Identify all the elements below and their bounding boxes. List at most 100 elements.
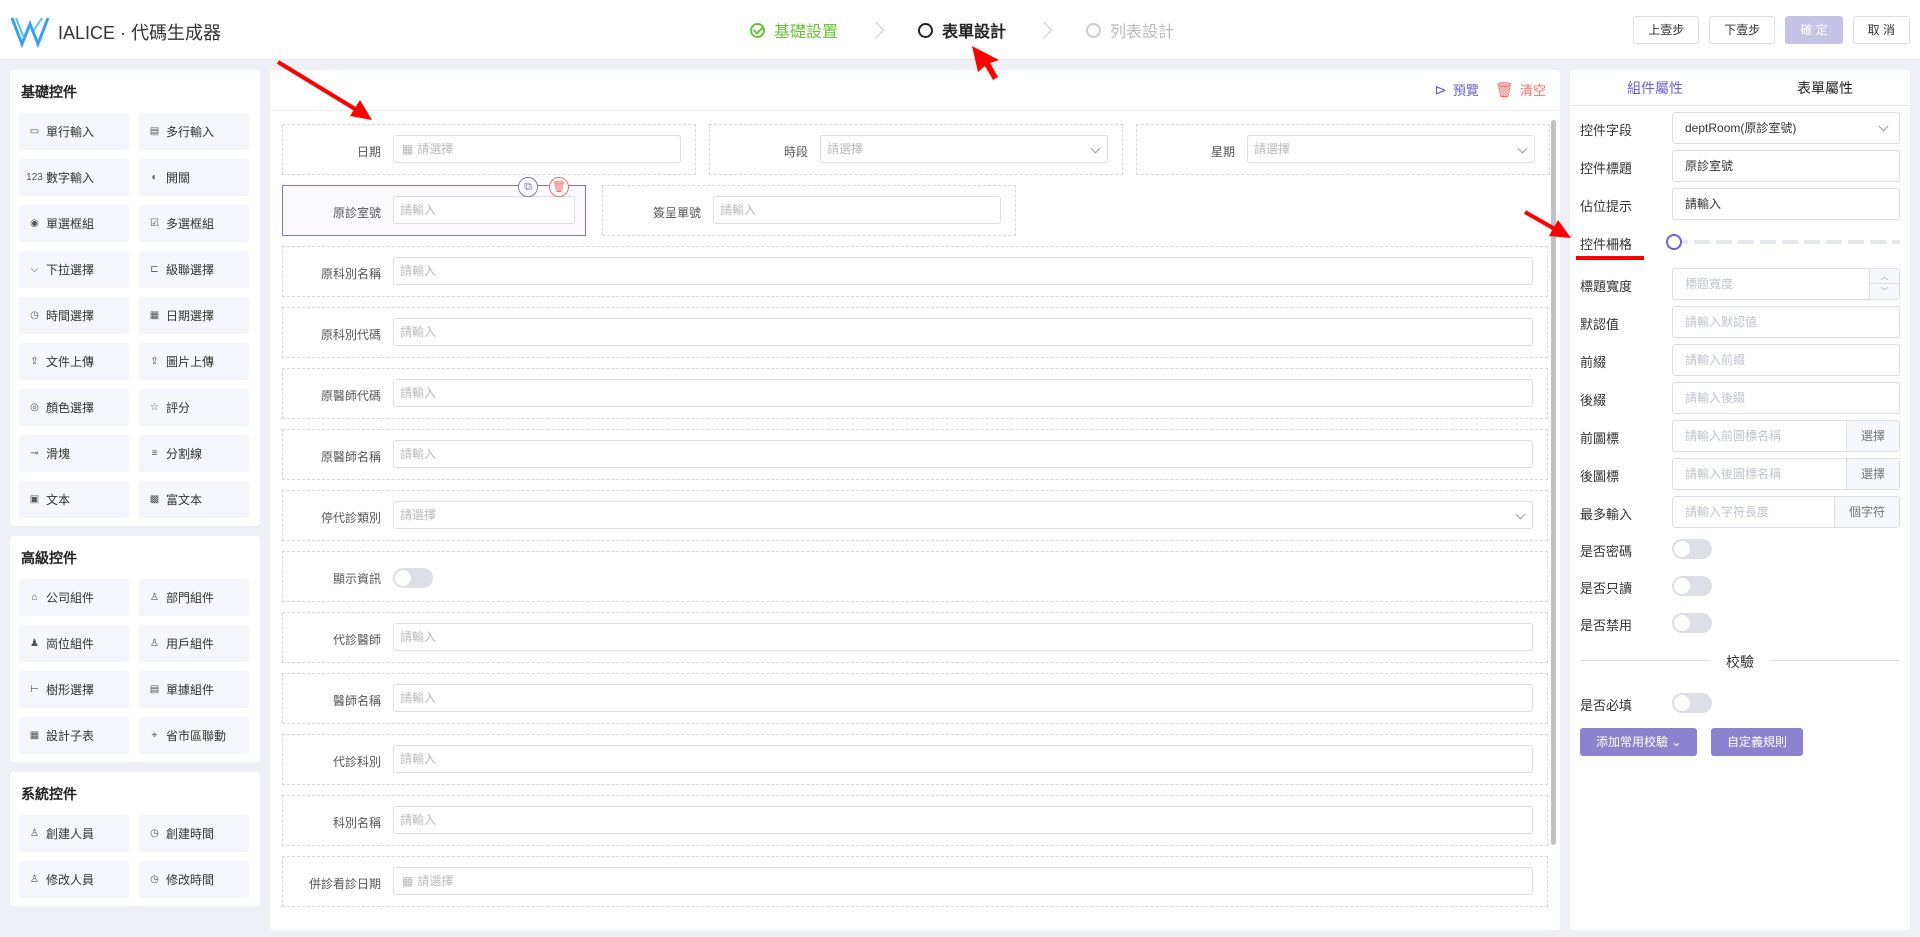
widget-user[interactable]: ♙ 用戶組件 xyxy=(139,625,249,662)
password-switch[interactable] xyxy=(1672,539,1712,559)
delete-icon[interactable]: 🗑 xyxy=(549,177,569,197)
widget-location[interactable]: ⌖ 省市區聯動 xyxy=(139,717,249,754)
select-icon-button[interactable]: 選擇 xyxy=(1845,459,1899,489)
form-item-stop-type[interactable]: 停代診類別 請選擇 xyxy=(282,490,1548,541)
cancel-button[interactable]: 取 消 xyxy=(1852,16,1910,44)
tab-component-props[interactable]: 組件屬性 xyxy=(1570,70,1740,105)
widget-user-edit[interactable]: ♙ 修改人員 xyxy=(19,861,129,898)
widget-single-line[interactable]: ▭ 單行輸入 xyxy=(19,113,129,150)
widget-star[interactable]: ☆ 評分 xyxy=(139,389,249,426)
widget-company[interactable]: ⌂ 公司組件 xyxy=(19,579,129,616)
widget-slider[interactable]: ⊸ 滑塊 xyxy=(19,435,129,472)
readonly-switch[interactable] xyxy=(1672,576,1712,596)
suffix-input[interactable]: 請輸入後綴 xyxy=(1672,382,1900,414)
widget-palette[interactable]: ◎ 顏色選擇 xyxy=(19,389,129,426)
stop-type-select[interactable]: 請選擇 xyxy=(393,501,1533,529)
widget-upload[interactable]: ⇪ 文件上傳 xyxy=(19,343,129,380)
title-input[interactable]: 原診室號 xyxy=(1672,150,1900,182)
prefix-icon-input[interactable]: 請輸入前圖標名稱 選擇 xyxy=(1672,420,1900,452)
widget-clock[interactable]: ◷ 時間選擇 xyxy=(19,297,129,334)
add-common-rule-button[interactable]: 添加常用校驗 ⌄ xyxy=(1580,728,1698,756)
widget-user-add[interactable]: ♙ 創建人員 xyxy=(19,815,129,852)
orig-dept-code-input[interactable]: 請輸入 xyxy=(393,318,1533,346)
widget-clock[interactable]: ◷ 修改時間 xyxy=(139,861,249,898)
step-form-design[interactable]: 表單設計 xyxy=(918,18,1006,42)
chevron-down-icon[interactable]: ﹀ xyxy=(1870,284,1899,299)
dept-name-input[interactable]: 請輸入 xyxy=(393,806,1533,834)
date-picker[interactable]: ▦ 請選擇 xyxy=(393,135,681,163)
preview-button[interactable]: ⊳ 預覽 xyxy=(1434,80,1479,99)
merge-date-date-picker[interactable]: ▦ 請選擇 xyxy=(393,867,1533,895)
widget-clock[interactable]: ◷ 創建時間 xyxy=(139,815,249,852)
form-item-orig-dept-name[interactable]: 原科別名稱 請輸入 xyxy=(282,246,1548,297)
form-item-merge-date[interactable]: 併診看診日期 ▦ 請選擇 xyxy=(282,856,1548,907)
widget-number[interactable]: 123 數字輸入 xyxy=(19,159,129,196)
form-item-sign-no[interactable]: 簽呈單號 請輸入 xyxy=(602,185,1016,236)
prev-step-button[interactable]: 上壹步 xyxy=(1633,16,1700,44)
sub-doc-input[interactable]: 請輸入 xyxy=(393,623,1533,651)
step-list-design[interactable]: 列表設計 xyxy=(1086,18,1174,42)
required-switch[interactable] xyxy=(1672,693,1712,713)
widget-multi-line[interactable]: ▤ 多行輸入 xyxy=(139,113,249,150)
widget-text[interactable]: ▣ 文本 xyxy=(19,481,129,518)
show-info-switch[interactable] xyxy=(393,568,433,588)
form-item-doc-name[interactable]: 醫師名稱 請輸入 xyxy=(282,673,1548,724)
form-item-show-info[interactable]: 顯示資訊 xyxy=(282,551,1548,602)
orig-dept-name-input[interactable]: 請輸入 xyxy=(393,257,1533,285)
form-item-orig-room[interactable]: 原診室號 請輸入 ⧉ 🗑 xyxy=(282,177,586,236)
clear-button[interactable]: 🗑 清空 xyxy=(1495,80,1546,99)
sub-dept-input[interactable]: 請輸入 xyxy=(393,745,1533,773)
widget-position[interactable]: ♟ 崗位組件 xyxy=(19,625,129,662)
orig-doc-name-input[interactable]: 請輸入 xyxy=(393,440,1533,468)
widget-tree[interactable]: ⊢ 樹形選擇 xyxy=(19,671,129,708)
widget-image-upload[interactable]: ⇪ 圖片上傳 xyxy=(139,343,249,380)
form-item-dept-name[interactable]: 科別名稱 請輸入 xyxy=(282,795,1548,846)
widget-divider[interactable]: ≡ 分割線 xyxy=(139,435,249,472)
next-step-button[interactable]: 下壹步 xyxy=(1709,16,1776,44)
copy-icon[interactable]: ⧉ xyxy=(518,177,538,197)
widget-radio[interactable]: ◉ 單選框組 xyxy=(19,205,129,242)
grid-slider[interactable] xyxy=(1666,234,1900,250)
orig-room-input[interactable]: 請輸入 xyxy=(393,196,575,224)
widget-checkbox[interactable]: ☑ 多選框組 xyxy=(139,205,249,242)
widget-table[interactable]: ▦ 設計子表 xyxy=(19,717,129,754)
orig-doc-code-input[interactable]: 請輸入 xyxy=(393,379,1533,407)
step-basic-settings[interactable]: 基礎設置 xyxy=(750,18,838,42)
widget-rich-text[interactable]: ▩ 富文本 xyxy=(139,481,249,518)
form-item-date[interactable]: 日期 ▦ 請選擇 xyxy=(282,124,696,175)
select-icon-button[interactable]: 選擇 xyxy=(1845,421,1899,451)
form-item-sub-doc[interactable]: 代診醫師 請輸入 xyxy=(282,612,1548,663)
slider-handle[interactable] xyxy=(1666,234,1682,250)
doc-name-input[interactable]: 請輸入 xyxy=(393,684,1533,712)
form-item-period[interactable]: 時段 請選擇 xyxy=(709,124,1123,175)
field-label: 原科別名稱 xyxy=(320,267,381,281)
custom-rule-button[interactable]: 自定義規則 xyxy=(1711,728,1804,756)
confirm-button[interactable]: 確 定 xyxy=(1785,16,1843,44)
widget-calendar[interactable]: ▦ 日期選擇 xyxy=(139,297,249,334)
widget-cascader[interactable]: ⊏ 級聯選擇 xyxy=(139,251,249,288)
scrollbar[interactable] xyxy=(1551,120,1556,845)
form-item-sub-dept[interactable]: 代診科別 請輸入 xyxy=(282,734,1548,785)
period-select[interactable]: 請選擇 xyxy=(820,135,1108,163)
widget-department[interactable]: ♙ 部門組件 xyxy=(139,579,249,616)
form-item-weekday[interactable]: 星期 請選擇 xyxy=(1136,124,1550,175)
form-item-orig-dept-code[interactable]: 原科別代碼 請輸入 xyxy=(282,307,1548,358)
tab-form-props[interactable]: 表單屬性 xyxy=(1740,70,1910,105)
weekday-select[interactable]: 請選擇 xyxy=(1247,135,1535,163)
disabled-switch[interactable] xyxy=(1672,613,1712,633)
number-stepper[interactable]: ︿ ﹀ xyxy=(1869,269,1899,299)
field-select[interactable]: deptRoom(原診室號) xyxy=(1672,112,1900,144)
chevron-up-icon[interactable]: ︿ xyxy=(1870,269,1899,284)
default-input[interactable]: 請輸入默認值 xyxy=(1672,306,1900,338)
widget-switch[interactable]: ◐ 開關 xyxy=(139,159,249,196)
placeholder-input[interactable]: 請輸入 xyxy=(1672,188,1900,220)
sign-no-input[interactable]: 請輸入 xyxy=(713,196,1001,224)
label-width-input[interactable]: 標題寬度 ︿ ﹀ xyxy=(1672,268,1900,300)
maxlength-input[interactable]: 請輸入字符長度 個字符 xyxy=(1672,496,1900,528)
widget-document[interactable]: ▤ 單據組件 xyxy=(139,671,249,708)
widget-dropdown[interactable]: ⌵ 下拉選擇 xyxy=(19,251,129,288)
form-item-orig-doc-code[interactable]: 原醫師代碼 請輸入 xyxy=(282,368,1548,419)
prefix-input[interactable]: 請輸入前綴 xyxy=(1672,344,1900,376)
suffix-icon-input[interactable]: 請輸入後圖標名稱 選擇 xyxy=(1672,458,1900,490)
form-item-orig-doc-name[interactable]: 原醫師名稱 請輸入 xyxy=(282,429,1548,480)
